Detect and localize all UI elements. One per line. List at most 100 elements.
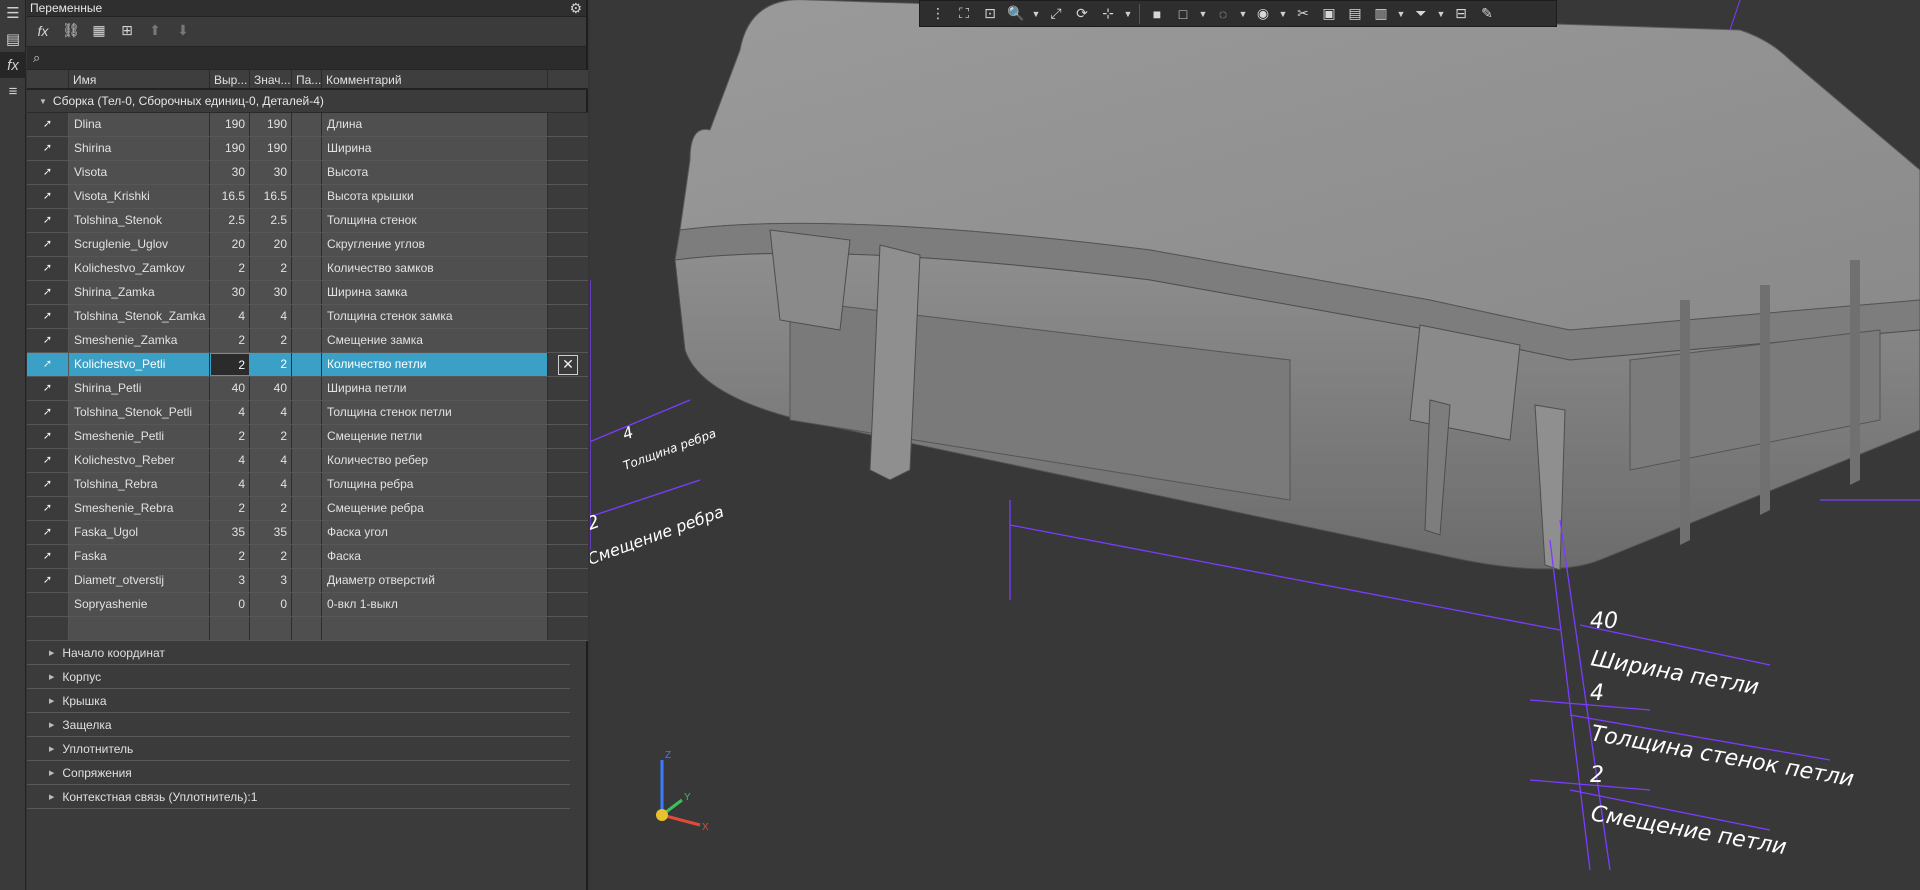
zoom-window-icon[interactable]: ⊡ xyxy=(978,3,1002,25)
rotate-icon[interactable]: ⟳ xyxy=(1070,3,1094,25)
row-comment-cell[interactable]: Количество замков xyxy=(322,257,548,280)
row-expression-cell[interactable]: 4 xyxy=(210,449,250,472)
row-param-cell[interactable] xyxy=(292,521,322,544)
row-param-cell[interactable] xyxy=(292,233,322,256)
table-row[interactable]: ➚ Shirina 190 190 Ширина xyxy=(27,137,588,161)
fit-view-icon[interactable]: ⛶ xyxy=(952,3,976,25)
table-row[interactable]: ➚ Visota 30 30 Высота xyxy=(27,161,588,185)
expand-triangle-icon[interactable]: ▶ xyxy=(49,673,54,681)
row-name-cell[interactable]: Tolshina_Stenok_Zamka xyxy=(69,305,210,328)
hierarchy-icon[interactable]: ⊞ xyxy=(115,20,139,42)
expand-triangle-icon[interactable]: ▶ xyxy=(49,769,54,777)
table-row[interactable]: ➚ Shirina_Petli 40 40 Ширина петли xyxy=(27,377,588,401)
row-expression-cell[interactable]: 30 xyxy=(210,161,250,184)
row-name-cell[interactable]: Visota xyxy=(69,161,210,184)
row-comment-cell[interactable]: Количество петли xyxy=(322,353,548,376)
subgroup-row[interactable]: ▶ Контекстная связь (Уплотнитель):1 xyxy=(27,785,570,809)
row-comment-cell[interactable]: Толщина стенок замка xyxy=(322,305,548,328)
table-icon[interactable]: ▦ xyxy=(87,20,111,42)
gear-icon[interactable]: ⚙ xyxy=(569,0,582,17)
col-header-value[interactable]: Знач... xyxy=(250,70,292,88)
chevron-down-icon[interactable]: ▼ xyxy=(1030,9,1042,19)
pipette-icon[interactable]: ✎ xyxy=(1475,3,1499,25)
subgroup-row[interactable]: ▶ Начало координат xyxy=(27,641,570,665)
row-expression-cell[interactable]: 0 xyxy=(210,593,250,616)
row-comment-cell[interactable]: Ширина замка xyxy=(322,281,548,304)
section-icon[interactable]: ✂ xyxy=(1291,3,1315,25)
row-name-cell[interactable]: Shirina_Petli xyxy=(69,377,210,400)
chevron-down-icon[interactable]: ▼ xyxy=(1277,9,1289,19)
row-expression-cell[interactable]: 190 xyxy=(210,137,250,160)
row-comment-cell[interactable]: Высота крышки xyxy=(322,185,548,208)
table-row[interactable]: ➚ Diametr_otverstij 3 3 Диаметр отверстий xyxy=(27,569,588,593)
subgroup-row[interactable]: ▶ Уплотнитель xyxy=(27,737,570,761)
row-param-cell[interactable] xyxy=(292,305,322,328)
row-expression-cell[interactable]: 4 xyxy=(210,305,250,328)
row-comment-cell[interactable]: Толщина стенок петли xyxy=(322,401,548,424)
table-row[interactable]: ➚ Faska 2 2 Фаска xyxy=(27,545,588,569)
row-name-cell[interactable]: Diametr_otverstij xyxy=(69,569,210,592)
table-row[interactable]: ➚ Tolshina_Rebra 4 4 Толщина ребра xyxy=(27,473,588,497)
properties-icon[interactable]: ▤ xyxy=(0,26,26,52)
row-name-cell[interactable]: Kolichestvo_Reber xyxy=(69,449,210,472)
row-expression-cell[interactable]: 35 xyxy=(210,521,250,544)
expand-triangle-icon[interactable]: ▶ xyxy=(49,745,54,753)
table-row[interactable]: ➚ Kolichestvo_Reber 4 4 Количество ребер xyxy=(27,449,588,473)
row-expression-cell[interactable]: 30 xyxy=(210,281,250,304)
expand-triangle-icon[interactable]: ▼ xyxy=(39,97,47,106)
chevron-down-icon[interactable]: ▼ xyxy=(1435,9,1447,19)
row-param-cell[interactable] xyxy=(292,593,322,616)
zoom-icon[interactable]: 🔍 xyxy=(1004,3,1028,25)
tree-icon[interactable]: ☰ xyxy=(0,0,26,26)
row-param-cell[interactable] xyxy=(292,545,322,568)
row-param-cell[interactable] xyxy=(292,281,322,304)
camera-icon[interactable]: ◉ xyxy=(1251,3,1275,25)
row-param-cell[interactable] xyxy=(292,497,322,520)
3d-viewport[interactable]: 40 Ширина петли 4 Толщина стенок петли 2… xyxy=(590,0,1920,890)
row-name-cell[interactable]: Tolshina_Stenok xyxy=(69,209,210,232)
row-comment-cell[interactable]: Смещение замка xyxy=(322,329,548,352)
empty-row[interactable] xyxy=(27,617,588,641)
row-param-cell[interactable] xyxy=(292,329,322,352)
filter-icon[interactable]: ⏷ xyxy=(1409,3,1433,25)
row-comment-cell[interactable]: Фаска угол xyxy=(322,521,548,544)
row-param-cell[interactable] xyxy=(292,185,322,208)
measure-icon[interactable]: ⊟ xyxy=(1449,3,1473,25)
variables-fx-icon[interactable]: fx xyxy=(0,52,26,78)
row-expression-cell[interactable]: 2.5 xyxy=(210,209,250,232)
subgroup-row[interactable]: ▶ Сопряжения xyxy=(27,761,570,785)
table-row[interactable]: ➚ Smeshenie_Rebra 2 2 Смещение ребра xyxy=(27,497,588,521)
expand-triangle-icon[interactable]: ▶ xyxy=(49,649,54,657)
row-comment-cell[interactable]: Высота xyxy=(322,161,548,184)
fx-icon[interactable]: fx xyxy=(31,20,55,42)
row-expression-cell[interactable]: 40 xyxy=(210,377,250,400)
dim-value-smeshenie-petli[interactable]: 2 xyxy=(1590,763,1604,788)
layers-icon[interactable]: ≡ xyxy=(0,78,26,104)
col-header-param[interactable]: Па... xyxy=(292,70,322,88)
row-expression-cell[interactable]: 4 xyxy=(210,473,250,496)
hide-icon[interactable]: ◌ xyxy=(1211,3,1235,25)
row-name-cell[interactable]: Smeshenie_Petli xyxy=(69,425,210,448)
row-expression-cell[interactable]: 16.5 xyxy=(210,185,250,208)
row-name-cell[interactable]: Visota_Krishki xyxy=(69,185,210,208)
row-param-cell[interactable] xyxy=(292,209,322,232)
row-name-cell[interactable]: Shirina xyxy=(69,137,210,160)
expand-triangle-icon[interactable]: ▶ xyxy=(49,721,54,729)
row-name-cell[interactable]: Tolshina_Rebra xyxy=(69,473,210,496)
row-param-cell[interactable] xyxy=(292,113,322,136)
row-expression-cell[interactable]: 2 xyxy=(210,257,250,280)
table-row[interactable]: ➚ Tolshina_Stenok_Petli 4 4 Толщина стенок п… xyxy=(27,401,588,425)
row-param-cell[interactable] xyxy=(292,425,322,448)
row-param-cell[interactable] xyxy=(292,449,322,472)
layers-stack-icon[interactable]: ▥ xyxy=(1369,3,1393,25)
table-row[interactable]: ➚ Scruglenie_Uglov 20 20 Скругление углов xyxy=(27,233,588,257)
move-down-icon[interactable]: ⬇ xyxy=(171,20,195,42)
row-comment-cell[interactable]: Количество ребер xyxy=(322,449,548,472)
row-param-cell[interactable] xyxy=(292,377,322,400)
row-name-cell[interactable]: Tolshina_Stenok_Petli xyxy=(69,401,210,424)
row-expression-cell[interactable]: 4 xyxy=(210,401,250,424)
orientation-icon[interactable]: ⊹ xyxy=(1096,3,1120,25)
model-scene[interactable]: 40 Ширина петли 4 Толщина стенок петли 2… xyxy=(590,0,1920,890)
row-param-cell[interactable] xyxy=(292,161,322,184)
row-comment-cell[interactable]: Ширина петли xyxy=(322,377,548,400)
